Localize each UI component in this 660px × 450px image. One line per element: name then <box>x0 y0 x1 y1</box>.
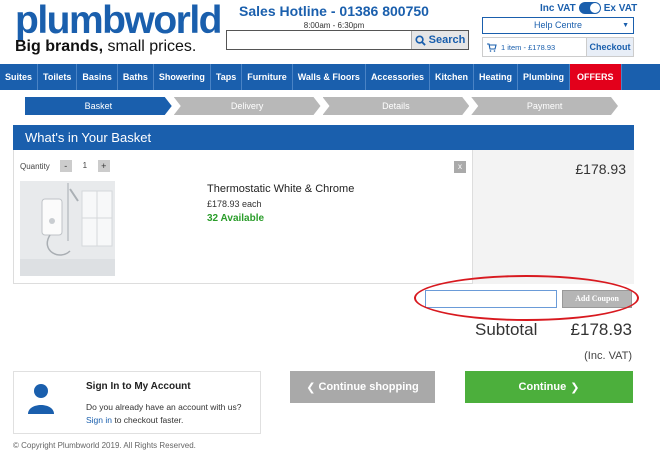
help-centre-label: Help Centre <box>533 20 583 30</box>
nav-item-baths[interactable]: Baths <box>118 64 154 90</box>
step-payment: Payment <box>471 97 618 115</box>
nav-item-furniture[interactable]: Furniture <box>242 64 293 90</box>
main-nav: Suites Toilets Basins Baths Showering Ta… <box>0 64 660 90</box>
signin-box: Sign In to My Account Do you already hav… <box>13 371 261 434</box>
chevron-down-icon: ▼ <box>622 22 629 29</box>
nav-item-plumbing[interactable]: Plumbing <box>518 64 571 90</box>
signin-question: Do you already have an account with us? <box>86 402 242 412</box>
continue-shopping-button[interactable]: ❮ Continue shopping <box>290 371 435 403</box>
basket-icon <box>487 42 497 52</box>
logo-wordmark: plumbworld <box>15 0 222 42</box>
inc-vat-label[interactable]: Inc VAT <box>540 3 576 14</box>
help-centre-dropdown[interactable]: Help Centre ▼ <box>482 17 634 34</box>
tagline-bold: Big brands, <box>15 38 104 55</box>
vat-toggle[interactable] <box>578 2 601 14</box>
electric-shower-image <box>20 181 115 276</box>
mini-cart: 1 item - £178.93 Checkout <box>482 37 634 57</box>
continue-button[interactable]: Continue ❯ <box>465 371 633 403</box>
search-icon <box>415 34 426 46</box>
cart-summary-text: 1 item - £178.93 <box>501 42 556 52</box>
nav-item-taps[interactable]: Taps <box>211 64 243 90</box>
nav-item-kitchen[interactable]: Kitchen <box>430 64 474 90</box>
vat-note: (Inc. VAT) <box>584 350 632 362</box>
plumbworld-logo[interactable]: plumbworld <box>15 0 222 42</box>
cart-summary[interactable]: 1 item - £178.93 <box>483 43 586 52</box>
product-image[interactable] <box>20 181 115 276</box>
step-delivery: Delivery <box>174 97 321 115</box>
coupon-code-input[interactable] <box>425 290 557 308</box>
nav-item-accessories[interactable]: Accessories <box>366 64 430 90</box>
nav-item-suites[interactable]: Suites <box>0 64 39 90</box>
search-input[interactable] <box>227 31 412 49</box>
step-basket: Basket <box>25 97 172 115</box>
nav-item-heating[interactable]: Heating <box>474 64 519 90</box>
nav-item-offers[interactable]: OFFERS <box>570 64 622 90</box>
signin-link[interactable]: Sign in <box>86 415 112 425</box>
continue-label: Continue <box>518 381 567 393</box>
nav-item-basins[interactable]: Basins <box>77 64 118 90</box>
signin-text: Do you already have an account with us? … <box>86 401 241 427</box>
search-bar: Search <box>226 30 469 50</box>
line-total: £178.93 <box>575 161 626 177</box>
add-coupon-button[interactable]: Add Coupon <box>562 290 632 308</box>
product-each-price: £178.93 each <box>207 199 262 209</box>
step-details: Details <box>323 97 470 115</box>
copyright: © Copyright Plumbworld 2019. All Rights … <box>13 441 196 450</box>
subtotal-label: Subtotal <box>475 320 538 339</box>
quantity-value[interactable]: 1 <box>76 160 94 172</box>
nav-item-showering[interactable]: Showering <box>154 64 211 90</box>
vat-switch: Inc VAT Ex VAT <box>540 2 637 14</box>
basket-title: What's in Your Basket <box>13 125 634 150</box>
chevron-left-icon: ❮ <box>306 381 316 394</box>
product-availability: 32 Available <box>207 213 265 224</box>
signin-after-link: to checkout faster. <box>112 415 184 425</box>
remove-item-button[interactable]: x <box>454 161 466 173</box>
hotline-title: Sales Hotline - 01386 800750 <box>239 3 429 19</box>
product-name[interactable]: Thermostatic White & Chrome <box>207 183 354 195</box>
hotline-hours: 8:00am - 6:30pm <box>303 21 365 30</box>
subtotal-value: £178.93 <box>570 320 632 339</box>
line-total-column: £178.93 <box>472 150 634 284</box>
search-button[interactable]: Search <box>411 31 468 49</box>
tagline-rest: small prices. <box>103 38 197 55</box>
quantity-decrease-button[interactable]: - <box>59 160 72 172</box>
chevron-right-icon: ❯ <box>570 381 580 394</box>
sales-hotline: Sales Hotline - 01386 800750 8:00am - 6:… <box>228 3 440 30</box>
ex-vat-label[interactable]: Ex VAT <box>604 3 638 14</box>
user-icon <box>28 384 54 414</box>
nav-item-walls-floors[interactable]: Walls & Floors <box>293 64 366 90</box>
quantity-stepper: Quantity - 1 + <box>20 160 110 172</box>
nav-item-toilets[interactable]: Toilets <box>38 64 78 90</box>
quantity-label: Quantity <box>20 161 50 171</box>
tagline: Big brands, small prices. <box>15 38 196 56</box>
checkout-button[interactable]: Checkout <box>586 38 633 56</box>
continue-shopping-label: Continue shopping <box>318 381 419 393</box>
search-button-label: Search <box>428 34 466 46</box>
signin-title: Sign In to My Account <box>86 381 191 392</box>
checkout-steps: Basket Delivery Details Payment <box>25 97 620 115</box>
quantity-increase-button[interactable]: + <box>97 160 110 172</box>
